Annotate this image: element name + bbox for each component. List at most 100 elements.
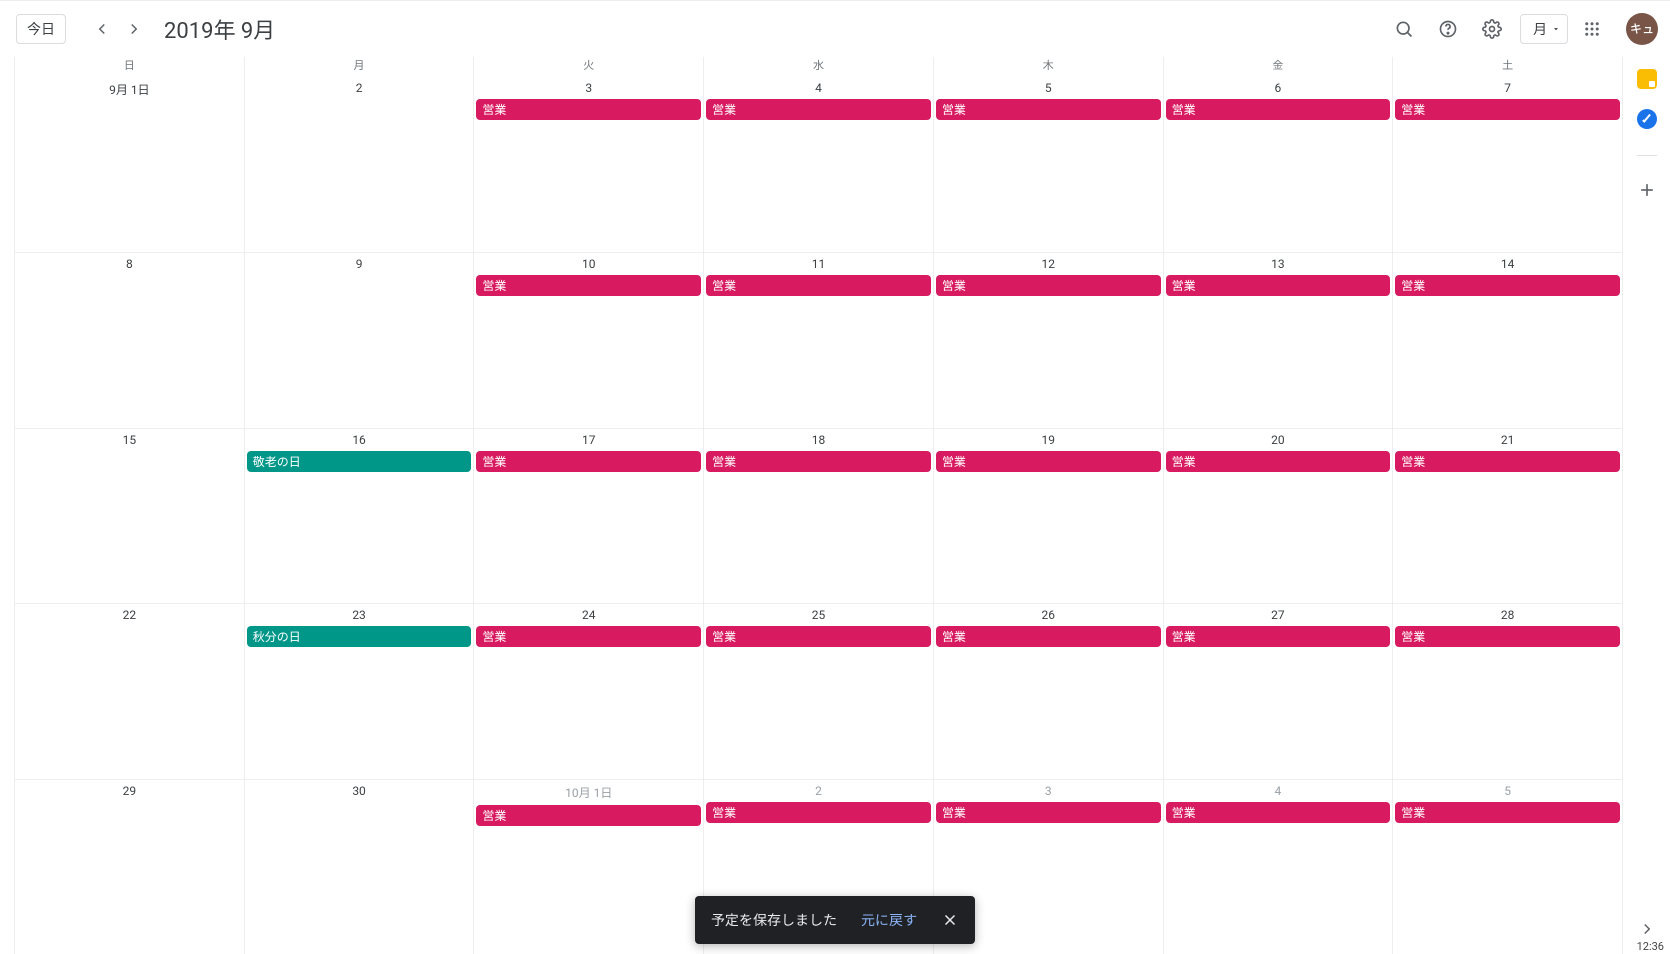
day-cell[interactable]: 4 営業	[703, 77, 933, 252]
day-number[interactable]: 10	[474, 257, 703, 271]
day-cell[interactable]: 12 営業	[933, 252, 1163, 427]
day-number[interactable]: 2	[245, 81, 474, 95]
day-cell[interactable]: 14 営業	[1392, 252, 1622, 427]
next-month-button[interactable]	[118, 13, 150, 45]
calendar-event[interactable]: 営業	[936, 275, 1161, 296]
day-number[interactable]: 19	[934, 433, 1163, 447]
calendar-event[interactable]: 営業	[1166, 451, 1391, 472]
apps-button[interactable]	[1572, 9, 1612, 49]
day-number[interactable]: 16	[245, 433, 474, 447]
day-number[interactable]: 9	[245, 257, 474, 271]
today-button[interactable]: 今日	[16, 14, 66, 44]
day-number[interactable]: 21	[1393, 433, 1622, 447]
day-number[interactable]: 8	[15, 257, 244, 271]
search-button[interactable]	[1384, 9, 1424, 49]
day-number[interactable]: 24	[474, 608, 703, 622]
day-number[interactable]: 29	[15, 784, 244, 798]
day-cell[interactable]: 4 営業	[1163, 779, 1393, 954]
toast-close-button[interactable]	[941, 911, 959, 929]
day-cell[interactable]: 9月 1日	[14, 77, 244, 252]
day-number[interactable]: 3	[934, 784, 1163, 798]
day-cell[interactable]: 30	[244, 779, 474, 954]
day-cell[interactable]: 5 営業	[1392, 779, 1622, 954]
day-cell[interactable]: 2	[244, 77, 474, 252]
calendar-event[interactable]: 営業	[476, 99, 701, 120]
calendar-event[interactable]: 敬老の日	[247, 451, 472, 472]
day-number[interactable]: 12	[934, 257, 1163, 271]
day-number[interactable]: 9月 1日	[15, 81, 244, 98]
day-number[interactable]: 11	[704, 257, 933, 271]
add-app-button[interactable]	[1637, 180, 1657, 200]
day-number[interactable]: 13	[1164, 257, 1393, 271]
avatar[interactable]: キュ	[1626, 13, 1658, 45]
calendar-event[interactable]: 営業	[706, 275, 931, 296]
day-number[interactable]: 5	[1393, 784, 1622, 798]
day-cell[interactable]: 29	[14, 779, 244, 954]
day-cell[interactable]: 23 秋分の日	[244, 603, 474, 778]
calendar-event[interactable]: 営業	[1395, 451, 1620, 472]
calendar-event[interactable]: 営業	[1166, 626, 1391, 647]
keep-app-icon[interactable]	[1637, 69, 1657, 89]
day-number[interactable]: 4	[704, 81, 933, 95]
day-number[interactable]: 5	[934, 81, 1163, 95]
day-number[interactable]: 10月 1日	[474, 784, 703, 801]
calendar-event[interactable]: 営業	[706, 626, 931, 647]
day-cell[interactable]: 28営業	[1392, 603, 1622, 778]
day-cell[interactable]: 17 営業	[473, 428, 703, 603]
view-switcher[interactable]: 月	[1520, 14, 1568, 44]
day-number[interactable]: 4	[1164, 784, 1393, 798]
day-cell[interactable]: 11 営業	[703, 252, 933, 427]
calendar-event[interactable]: 営業	[1395, 802, 1620, 823]
day-cell[interactable]: 9	[244, 252, 474, 427]
day-cell[interactable]: 5 営業	[933, 77, 1163, 252]
day-number[interactable]: 7	[1393, 81, 1622, 95]
day-number[interactable]: 20	[1164, 433, 1393, 447]
calendar-event[interactable]: 営業	[1395, 626, 1620, 647]
day-number[interactable]: 23	[245, 608, 474, 622]
calendar-event[interactable]: 営業	[936, 626, 1161, 647]
day-number[interactable]: 26	[934, 608, 1163, 622]
calendar-event[interactable]: 営業	[1395, 99, 1620, 120]
day-cell[interactable]: 10 営業	[473, 252, 703, 427]
calendar-event[interactable]: 営業	[476, 626, 701, 647]
calendar-event[interactable]: 営業	[476, 805, 701, 826]
day-cell[interactable]: 3 営業	[473, 77, 703, 252]
day-cell[interactable]: 25 営業	[703, 603, 933, 778]
settings-button[interactable]	[1472, 9, 1512, 49]
calendar-event[interactable]: 営業	[1395, 275, 1620, 296]
day-cell[interactable]: 18営業	[703, 428, 933, 603]
help-button[interactable]	[1428, 9, 1468, 49]
calendar-event[interactable]: 営業	[476, 275, 701, 296]
day-number[interactable]: 18	[704, 433, 933, 447]
day-number[interactable]: 30	[245, 784, 474, 798]
day-number[interactable]: 17	[474, 433, 703, 447]
day-number[interactable]: 2	[704, 784, 933, 798]
calendar-event[interactable]: 営業	[936, 802, 1161, 823]
day-cell[interactable]: 20 営業	[1163, 428, 1393, 603]
day-number[interactable]: 3	[474, 81, 703, 95]
toast-undo-button[interactable]: 元に戻す	[861, 910, 917, 930]
day-cell[interactable]: 13 営業	[1163, 252, 1393, 427]
day-number[interactable]: 14	[1393, 257, 1622, 271]
day-cell[interactable]: 21 営業	[1392, 428, 1622, 603]
day-number[interactable]: 22	[15, 608, 244, 622]
calendar-event[interactable]: 営業	[1166, 99, 1391, 120]
day-cell[interactable]: 24 営業	[473, 603, 703, 778]
collapse-sidepanel-button[interactable]	[1638, 920, 1656, 938]
day-cell[interactable]: 8	[14, 252, 244, 427]
day-number[interactable]: 6	[1164, 81, 1393, 95]
calendar-event[interactable]: 営業	[476, 451, 701, 472]
calendar-event[interactable]: 営業	[1166, 802, 1391, 823]
day-number[interactable]: 25	[704, 608, 933, 622]
day-cell[interactable]: 15	[14, 428, 244, 603]
tasks-app-icon[interactable]	[1637, 109, 1657, 129]
calendar-event[interactable]: 営業	[1166, 275, 1391, 296]
day-cell[interactable]: 22	[14, 603, 244, 778]
day-number[interactable]: 27	[1164, 608, 1393, 622]
calendar-event[interactable]: 営業	[936, 99, 1161, 120]
day-cell[interactable]: 26 営業	[933, 603, 1163, 778]
calendar-event[interactable]: 営業	[936, 451, 1161, 472]
calendar-event[interactable]: 営業	[706, 99, 931, 120]
day-number[interactable]: 15	[15, 433, 244, 447]
calendar-event[interactable]: 秋分の日	[247, 626, 472, 647]
